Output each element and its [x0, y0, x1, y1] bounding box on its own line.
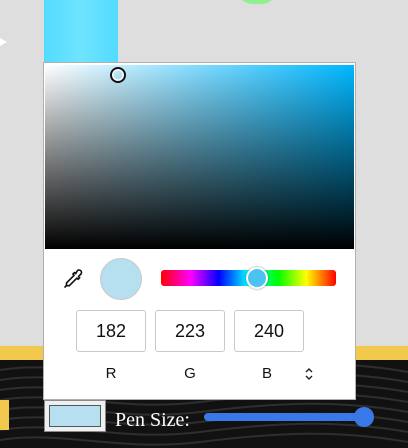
red-label: R	[105, 365, 117, 382]
color-swatch-button[interactable]	[44, 400, 106, 432]
hue-thumb[interactable]	[245, 267, 268, 289]
updown-chevron-icon[interactable]	[302, 365, 316, 383]
green-label: G	[184, 365, 196, 382]
pen-size-thumb[interactable]	[353, 407, 374, 427]
red-input[interactable]: 182	[76, 310, 146, 352]
green-input[interactable]: 223	[155, 310, 225, 352]
hue-slider[interactable]	[161, 267, 336, 289]
color-preview	[100, 258, 142, 300]
saturation-brightness-area[interactable]	[45, 65, 354, 249]
pen-size-label: Pen Size:	[115, 409, 190, 431]
pen-size-track	[204, 413, 364, 421]
blue-label: B	[261, 365, 272, 382]
current-color-swatch	[49, 405, 101, 427]
color-picker-popover: 182 223 240 R G B	[43, 62, 356, 400]
cursor-arrow-icon	[0, 38, 7, 46]
pen-size-slider[interactable]	[204, 407, 374, 427]
brightness-gradient	[45, 65, 354, 249]
canvas-stroke-green	[238, 0, 276, 4]
blue-input[interactable]: 240	[234, 310, 304, 352]
side-tab[interactable]	[0, 400, 9, 430]
eyedropper-icon[interactable]	[62, 268, 84, 290]
